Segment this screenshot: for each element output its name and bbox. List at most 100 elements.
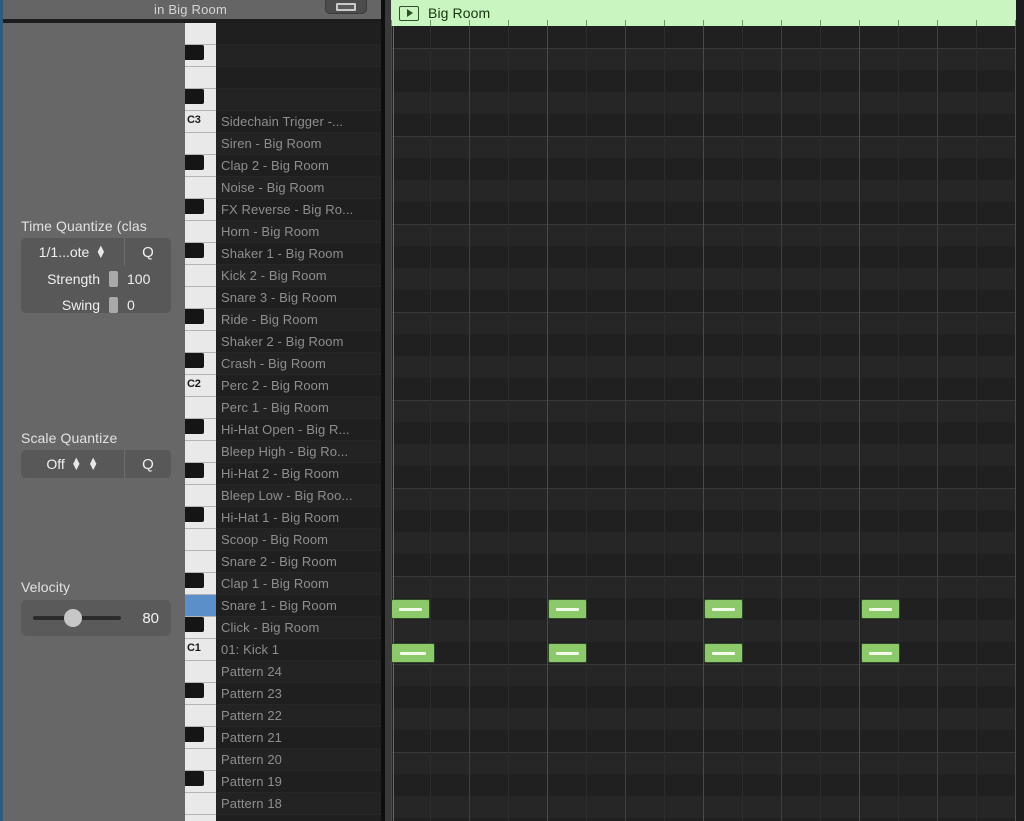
piano-key[interactable] [185, 815, 216, 821]
midi-note[interactable] [704, 599, 743, 619]
piano-key[interactable] [185, 287, 216, 309]
piano-black-key[interactable] [185, 463, 204, 478]
piano-black-key[interactable] [185, 309, 204, 324]
track-row[interactable]: Clap 2 - Big Room [216, 155, 381, 177]
track-row[interactable] [216, 23, 381, 45]
panel-divider[interactable] [381, 0, 385, 821]
strength-param-row[interactable]: Strength 100 [21, 266, 171, 292]
track-row[interactable]: Shaker 2 - Big Room [216, 331, 381, 353]
track-row[interactable]: Bleep High - Big Ro... [216, 441, 381, 463]
piano-black-key[interactable] [185, 727, 204, 742]
piano-black-key[interactable] [185, 155, 204, 170]
piano-black-key[interactable] [185, 45, 204, 60]
piano-key[interactable] [185, 221, 216, 243]
track-row[interactable]: Perc 1 - Big Room [216, 397, 381, 419]
track-row[interactable]: Siren - Big Room [216, 133, 381, 155]
midi-note[interactable] [391, 643, 435, 663]
track-row[interactable]: Hi-Hat 1 - Big Room [216, 507, 381, 529]
piano-black-key[interactable] [185, 199, 204, 214]
track-row[interactable]: Pattern 17 [216, 815, 381, 821]
piano-key[interactable] [185, 441, 216, 463]
piano-key[interactable]: C3 [185, 111, 216, 133]
track-row[interactable]: Pattern 23 [216, 683, 381, 705]
piano-black-key[interactable] [185, 243, 204, 258]
track-row[interactable]: Clap 1 - Big Room [216, 573, 381, 595]
piano-key[interactable] [185, 331, 216, 353]
piano-key[interactable] [185, 749, 216, 771]
piano-keyboard[interactable]: C3 C2 C1 [185, 23, 216, 821]
piano-key[interactable] [185, 45, 216, 67]
midi-note[interactable] [861, 599, 900, 619]
piano-key[interactable] [185, 199, 216, 221]
piano-key[interactable] [185, 397, 216, 419]
track-row[interactable] [216, 89, 381, 111]
piano-key[interactable] [185, 353, 216, 375]
playhead[interactable] [393, 26, 394, 821]
track-row[interactable] [216, 45, 381, 67]
scale-quantize-select[interactable]: Off ▲ ▼ ▲ ▼ [21, 450, 125, 478]
track-row[interactable]: Bleep Low - Big Roo... [216, 485, 381, 507]
track-row[interactable]: Scoop - Big Room [216, 529, 381, 551]
track-row[interactable]: Pattern 22 [216, 705, 381, 727]
track-row[interactable]: Pattern 21 [216, 727, 381, 749]
piano-key[interactable] [185, 133, 216, 155]
track-name-list[interactable]: Sidechain Trigger -... Siren - Big Room Cl… [216, 23, 381, 821]
piano-roll-grid[interactable] [391, 26, 1016, 821]
swing-param-row[interactable]: Swing 0 [21, 292, 171, 318]
midi-note[interactable] [704, 643, 743, 663]
piano-key[interactable] [185, 771, 216, 793]
piano-key[interactable] [185, 727, 216, 749]
track-row[interactable]: Noise - Big Room [216, 177, 381, 199]
midi-note[interactable] [548, 643, 587, 663]
piano-key[interactable] [185, 683, 216, 705]
piano-key[interactable] [185, 485, 216, 507]
track-row[interactable]: Crash - Big Room [216, 353, 381, 375]
track-row[interactable]: Shaker 1 - Big Room [216, 243, 381, 265]
timeline-ruler[interactable] [391, 19, 1016, 26]
track-row[interactable]: Snare 1 - Big Room [216, 595, 381, 617]
track-row[interactable]: 01: Kick 1 [216, 639, 381, 661]
track-row[interactable]: Sidechain Trigger -... [216, 111, 381, 133]
clip-header[interactable]: Big Room [391, 0, 1016, 26]
piano-key[interactable] [185, 177, 216, 199]
piano-key[interactable] [185, 551, 216, 573]
track-row[interactable]: Pattern 19 [216, 771, 381, 793]
piano-key[interactable] [185, 529, 216, 551]
piano-black-key[interactable] [185, 683, 204, 698]
midi-note[interactable] [548, 599, 587, 619]
window-restore-button[interactable] [325, 0, 367, 14]
piano-key[interactable] [185, 617, 216, 639]
piano-key[interactable] [185, 661, 216, 683]
track-row[interactable]: Kick 2 - Big Room [216, 265, 381, 287]
piano-key[interactable] [185, 67, 216, 89]
piano-key[interactable] [185, 23, 216, 45]
piano-black-key[interactable] [185, 573, 204, 588]
piano-key[interactable] [185, 463, 216, 485]
piano-key[interactable] [185, 573, 216, 595]
track-row[interactable]: Pattern 24 [216, 661, 381, 683]
piano-black-key[interactable] [185, 771, 204, 786]
piano-key[interactable] [185, 265, 216, 287]
track-row[interactable]: Ride - Big Room [216, 309, 381, 331]
piano-key[interactable] [185, 507, 216, 529]
piano-black-key[interactable] [185, 419, 204, 434]
piano-key[interactable]: C2 [185, 375, 216, 397]
track-row[interactable]: Hi-Hat 2 - Big Room [216, 463, 381, 485]
piano-key[interactable] [185, 309, 216, 331]
track-row[interactable]: Pattern 20 [216, 749, 381, 771]
track-row[interactable]: Horn - Big Room [216, 221, 381, 243]
track-row[interactable]: Snare 2 - Big Room [216, 551, 381, 573]
time-quantize-apply-button[interactable]: Q [125, 238, 171, 266]
piano-key[interactable] [185, 419, 216, 441]
strength-knob-icon[interactable] [109, 271, 118, 287]
time-quantize-select[interactable]: 1/1...ote ▲ ▼ [21, 238, 125, 266]
velocity-slider-thumb[interactable] [64, 609, 83, 627]
piano-key[interactable] [185, 595, 216, 617]
piano-black-key[interactable] [185, 89, 204, 104]
track-row[interactable]: Hi-Hat Open - Big R... [216, 419, 381, 441]
track-row[interactable] [216, 67, 381, 89]
track-row[interactable]: Snare 3 - Big Room [216, 287, 381, 309]
track-row[interactable]: Click - Big Room [216, 617, 381, 639]
scale-quantize-apply-button[interactable]: Q [125, 450, 171, 478]
piano-key[interactable] [185, 155, 216, 177]
